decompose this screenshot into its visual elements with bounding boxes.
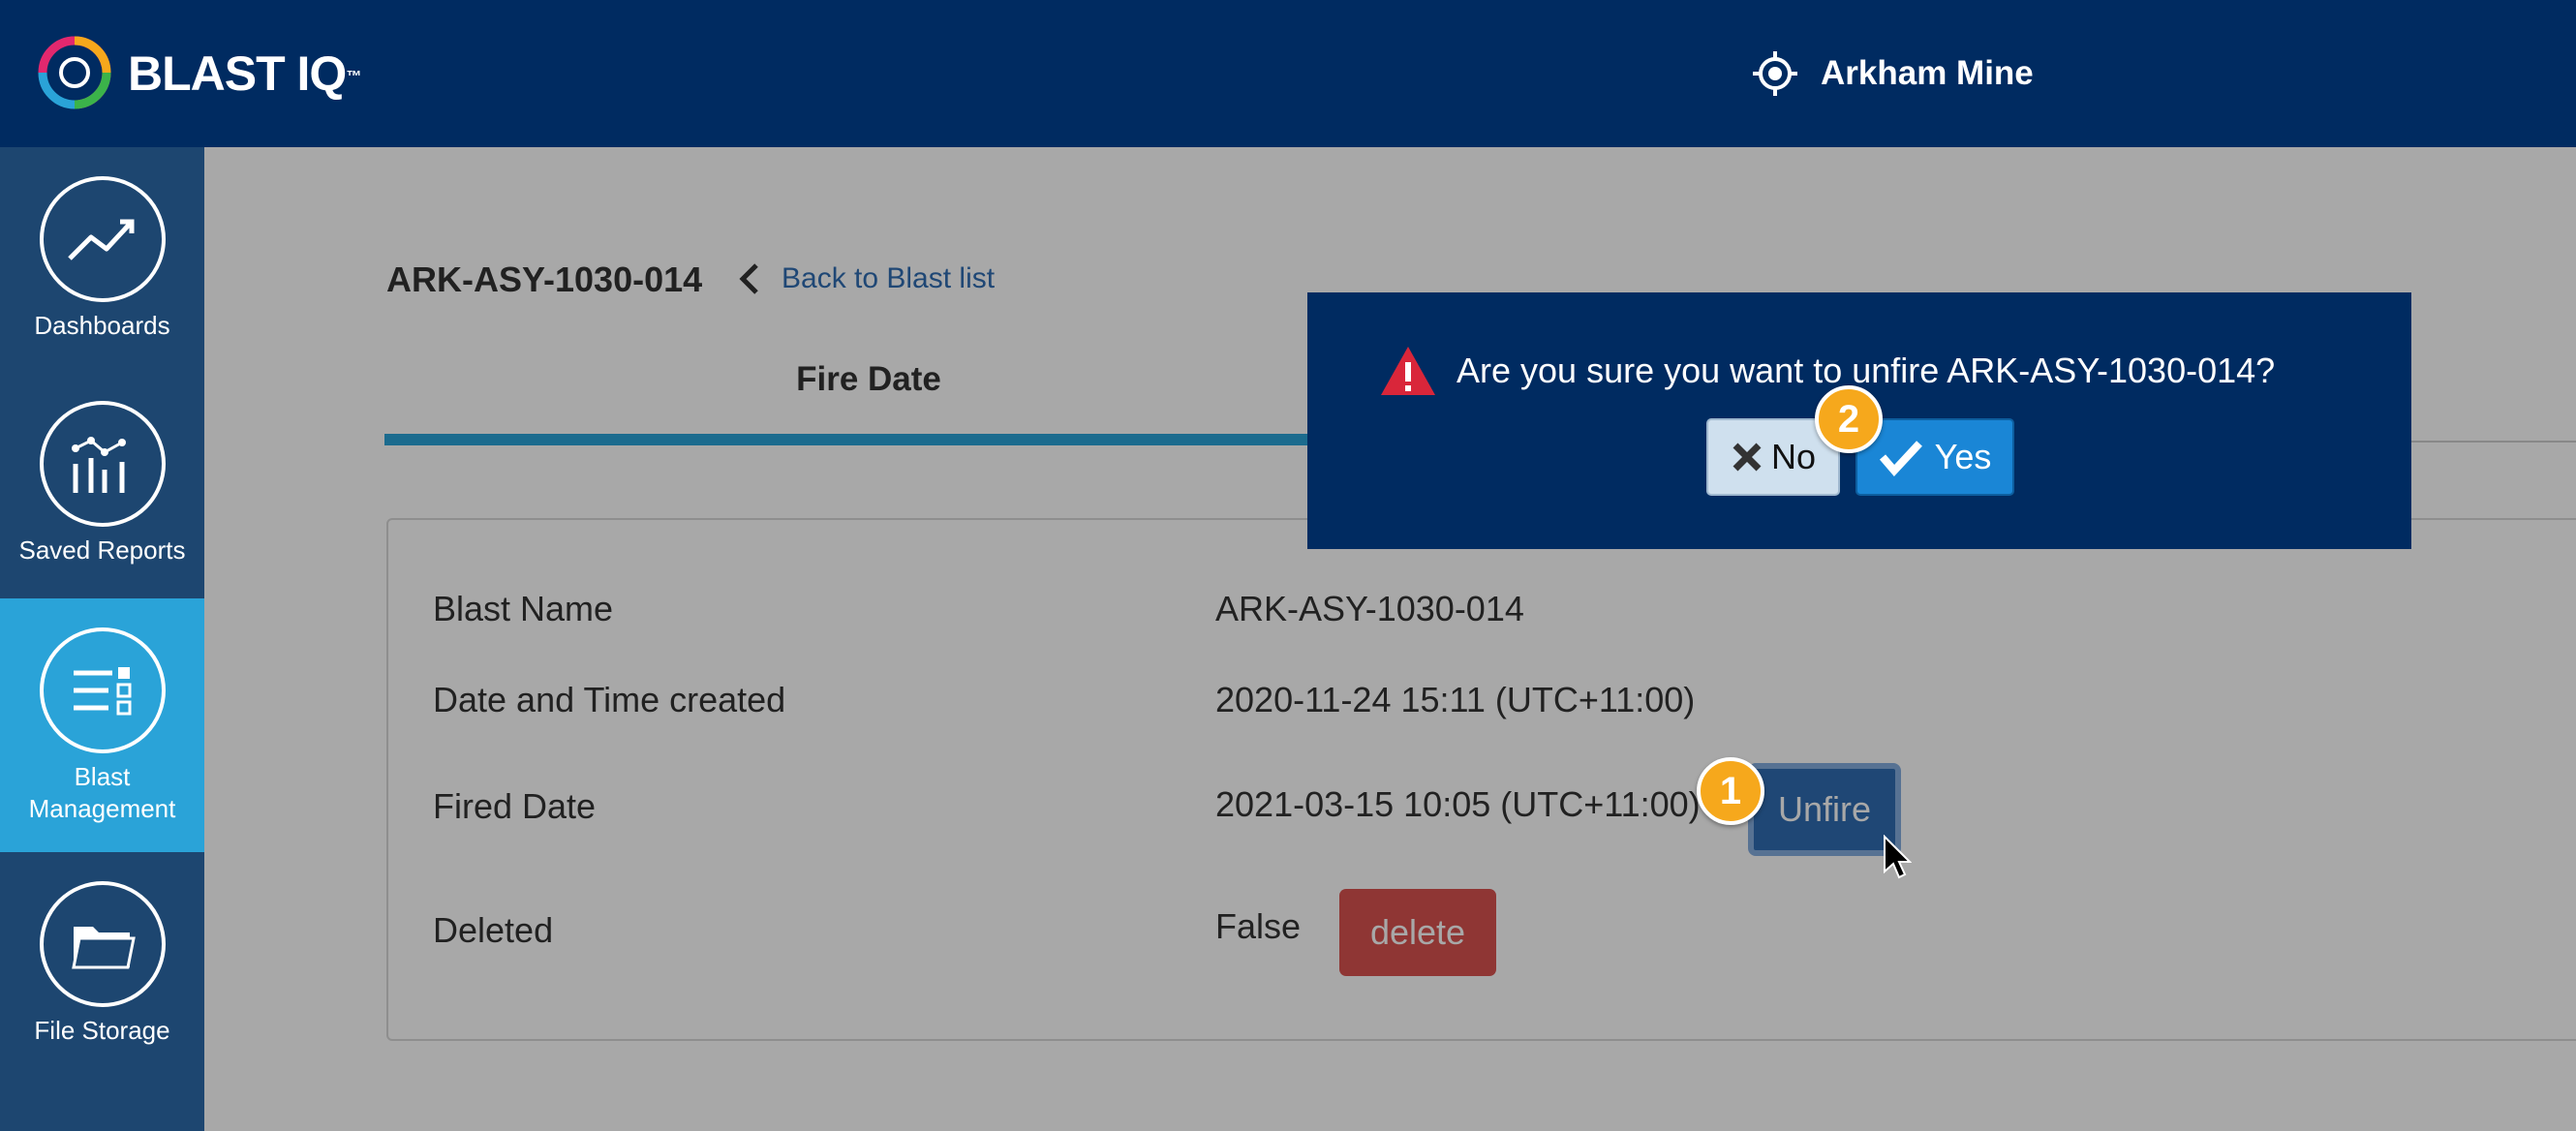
site-selector[interactable]: Arkham Mine [1751, 46, 2034, 101]
blastiq-logo-icon[interactable] [35, 33, 114, 112]
folder-icon [71, 927, 136, 969]
check-icon [1879, 441, 1922, 476]
sidebar-item-label: Dashboards [34, 311, 170, 340]
list-settings-icon [73, 667, 131, 716]
trend-chart-icon [67, 219, 134, 260]
sidebar-nav: Dashboards Saved Reports Blast Managemen… [0, 147, 204, 1131]
sidebar-item-blast-management[interactable]: Blast Management [0, 598, 204, 852]
sidebar-item-label: Saved Reports [18, 535, 186, 565]
report-bars-icon [71, 437, 126, 493]
confirm-message: Are you sure you want to unfire ARK-ASY-… [1457, 351, 2276, 390]
brand-name: BLAST IQ™ [128, 46, 361, 101]
step-badge-2: 2 [1815, 385, 1883, 453]
sidebar-item-file-storage[interactable]: File Storage [0, 881, 204, 1094]
sidebar-item-label: Blast Management [28, 762, 176, 823]
mouse-cursor-icon [1884, 835, 1912, 879]
app-header: BLAST IQ™ Arkham Mine [0, 0, 2576, 147]
close-icon [1733, 443, 1762, 472]
location-target-icon [1753, 51, 1797, 96]
sidebar-item-dashboards[interactable]: Dashboards [0, 176, 204, 389]
warning-icon [1381, 347, 1435, 395]
sidebar-item-saved-reports[interactable]: Saved Reports [0, 401, 204, 614]
sidebar-item-label: File Storage [34, 1016, 170, 1045]
site-name: Arkham Mine [1821, 54, 2034, 92]
step-badge-1: 1 [1697, 757, 1764, 825]
